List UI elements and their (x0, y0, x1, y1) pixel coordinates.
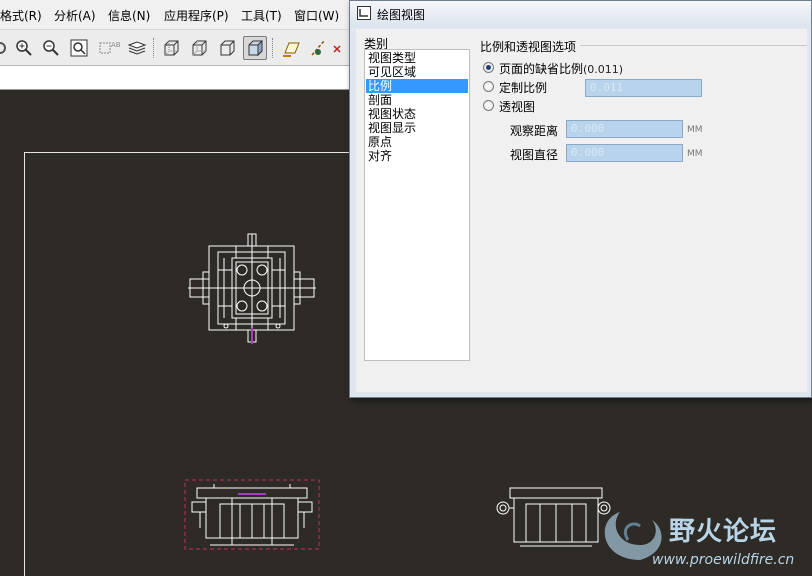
view-diameter-unit: MM (687, 149, 703, 159)
datum-plane-icon[interactable] (279, 36, 303, 60)
menu-tools[interactable]: 工具(T) (241, 7, 282, 24)
category-item-visible-area[interactable]: 可见区域 (366, 65, 468, 79)
default-scale-value: (0.011) (583, 63, 624, 76)
category-item-scale[interactable]: 比例 (366, 79, 468, 93)
watermark-url: www.proewildfire.cn (652, 552, 795, 568)
viewing-distance-field[interactable]: 0.000 (566, 120, 683, 138)
perspective-label[interactable]: 透视图 (499, 98, 535, 115)
default-scale-text: 页面的缺省比例 (499, 62, 584, 76)
menu-window[interactable]: 窗口(W) (294, 7, 339, 24)
dialog-body: 类别 视图类型 可见区域 比例 剖面 视图状态 视图显示 原点 对齐 比例和透视… (356, 29, 807, 392)
default-scale-label[interactable]: 页面的缺省比例(0.011) (499, 60, 623, 77)
zoom-out-icon[interactable] (39, 36, 63, 60)
refit-icon[interactable] (67, 36, 91, 60)
view-shaded-icon[interactable] (243, 36, 267, 60)
toolbar-separator (153, 38, 154, 58)
category-list[interactable]: 视图类型 可见区域 比例 剖面 视图状态 视图显示 原点 对齐 (364, 49, 470, 361)
redraw-icon[interactable] (0, 36, 12, 60)
datum-point-icon[interactable] (326, 36, 350, 60)
drawing-view-dialog: 绘图视图 类别 视图类型 可见区域 比例 剖面 视图状态 视图显示 原点 对齐 … (349, 0, 812, 398)
layers-icon[interactable] (125, 36, 149, 60)
orient-icon[interactable]: AB (97, 36, 121, 60)
dialog-titlebar[interactable]: 绘图视图 (350, 1, 811, 27)
custom-scale-radio[interactable] (483, 81, 494, 92)
scale-options-group-title: 比例和透视图选项 (480, 38, 581, 55)
view-wireframe-icon[interactable] (159, 36, 183, 60)
perspective-radio[interactable] (483, 100, 494, 111)
category-item-view-display[interactable]: 视图显示 (366, 121, 468, 135)
category-item-alignment[interactable]: 对齐 (366, 149, 468, 163)
menu-analysis[interactable]: 分析(A) (54, 7, 96, 24)
view-no-hidden-icon[interactable] (215, 36, 239, 60)
svg-text:AB: AB (111, 41, 120, 49)
category-item-view-type[interactable]: 视图类型 (366, 51, 468, 65)
default-scale-radio[interactable] (483, 62, 494, 73)
category-item-origin[interactable]: 原点 (366, 135, 468, 149)
view-hidden-icon[interactable] (187, 36, 211, 60)
view-diameter-field[interactable]: 0.000 (566, 144, 683, 162)
menu-info[interactable]: 信息(N) (108, 7, 150, 24)
view-diameter-label: 视图直径 (510, 148, 559, 162)
dialog-title: 绘图视图 (377, 8, 426, 22)
viewing-distance-unit: MM (687, 125, 703, 135)
watermark-title: 野火论坛 (669, 517, 778, 547)
custom-scale-label[interactable]: 定制比例 (499, 79, 547, 96)
category-item-view-states[interactable]: 视图状态 (366, 107, 468, 121)
viewing-distance-label: 观察距离 (510, 124, 559, 138)
toolbar-separator (272, 38, 273, 58)
custom-scale-field[interactable]: 0.011 (585, 79, 702, 97)
menu-applications[interactable]: 应用程序(P) (164, 7, 229, 24)
dialog-app-icon (357, 6, 371, 20)
menu-format[interactable]: 格式(R) (0, 7, 42, 24)
category-item-section[interactable]: 剖面 (366, 93, 468, 107)
zoom-in-icon[interactable] (12, 36, 36, 60)
